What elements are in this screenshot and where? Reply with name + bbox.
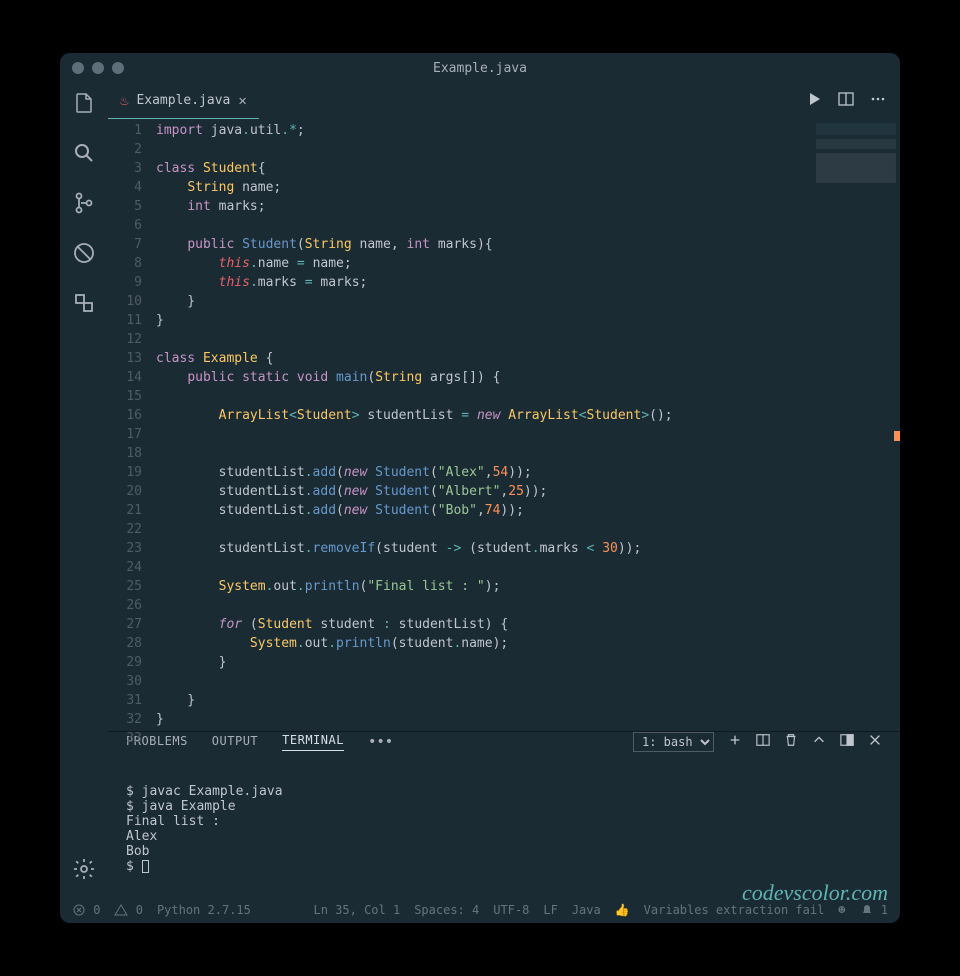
body: ♨ Example.java ✕ 12345678910111213141516…: [60, 83, 900, 897]
editor[interactable]: 1234567891011121314151617181920212223242…: [108, 119, 900, 731]
line-numbers: 1234567891011121314151617181920212223242…: [108, 119, 156, 731]
terminal[interactable]: $ javac Example.java$ java ExampleFinal …: [108, 752, 900, 906]
tab-filename: Example.java: [136, 93, 230, 108]
activity-bar: [60, 83, 108, 897]
maximize-panel-icon[interactable]: [812, 733, 826, 751]
panel-tab-output[interactable]: OUTPUT: [212, 734, 258, 751]
status-errors[interactable]: 0: [72, 903, 100, 918]
split-editor-icon[interactable]: [838, 91, 854, 111]
new-terminal-icon[interactable]: [728, 733, 742, 751]
tab-example-java[interactable]: ♨ Example.java ✕: [108, 83, 259, 119]
explorer-icon[interactable]: [72, 91, 96, 119]
source-control-icon[interactable]: [72, 191, 96, 219]
code-content[interactable]: import java.util.*;class Student{ String…: [156, 119, 816, 731]
java-file-icon: ♨: [120, 93, 128, 109]
more-actions-icon[interactable]: [870, 91, 886, 111]
tab-close-icon[interactable]: ✕: [238, 93, 246, 109]
main: ♨ Example.java ✕ 12345678910111213141516…: [108, 83, 900, 897]
panel-more-icon[interactable]: •••: [368, 734, 393, 750]
vscode-window: Example.java ♨ Example.java ✕: [60, 53, 900, 923]
overview-ruler-mark: [894, 431, 900, 441]
window-title: Example.java: [60, 61, 900, 76]
panel-layout-icon[interactable]: [840, 733, 854, 751]
terminal-shell-select[interactable]: 1: bash: [633, 732, 714, 752]
extensions-icon[interactable]: [72, 291, 96, 319]
tabs-row: ♨ Example.java ✕: [108, 83, 900, 119]
run-icon[interactable]: [806, 91, 822, 111]
search-icon[interactable]: [72, 141, 96, 169]
debug-icon[interactable]: [72, 241, 96, 269]
settings-gear-icon[interactable]: [72, 857, 96, 885]
split-terminal-icon[interactable]: [756, 733, 770, 751]
panel-tab-terminal[interactable]: TERMINAL: [282, 733, 344, 751]
panel: PROBLEMS OUTPUT TERMINAL ••• 1: bash: [108, 731, 900, 897]
tab-actions: [806, 91, 900, 111]
panel-tabs: PROBLEMS OUTPUT TERMINAL ••• 1: bash: [108, 732, 900, 752]
close-panel-icon[interactable]: [868, 733, 882, 751]
minimap[interactable]: [816, 123, 896, 203]
titlebar[interactable]: Example.java: [60, 53, 900, 83]
kill-terminal-icon[interactable]: [784, 733, 798, 751]
watermark: codevscolor.com: [742, 885, 888, 900]
